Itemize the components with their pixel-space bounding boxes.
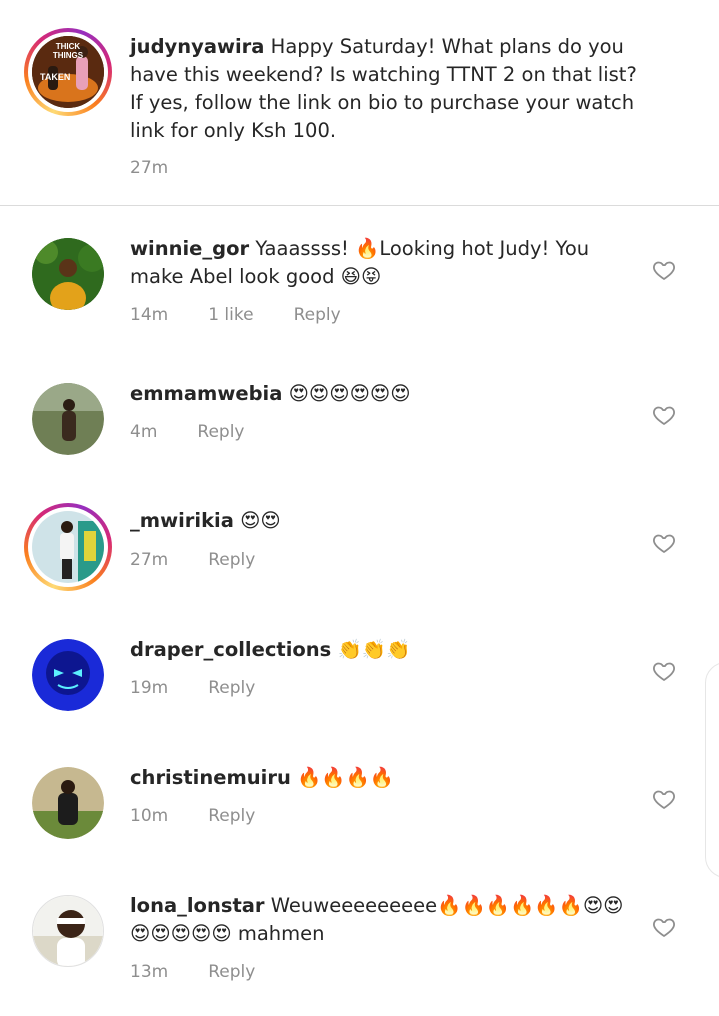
avatar-judynyawira[interactable]: THICK THINGS TAKEN [24, 28, 112, 116]
comment-time: 10m [130, 806, 169, 826]
heart-outline-icon[interactable] [652, 915, 676, 939]
comment-time: 13m [130, 962, 169, 982]
comment-body: 😍😍 [240, 509, 281, 532]
comment-text: _mwirikia 😍😍 [130, 507, 640, 535]
comment-username[interactable]: lona_lonstar [130, 894, 265, 917]
heart-outline-icon[interactable] [652, 659, 676, 683]
comment-time: 14m [130, 305, 169, 325]
reply-button[interactable]: Reply [208, 550, 255, 570]
divider [0, 205, 719, 206]
comment-likes[interactable]: 1 like [208, 305, 253, 325]
avatar-emmamwebia[interactable] [32, 383, 104, 455]
comment-text: lona_lonstar Weuweeeeeeeee🔥🔥🔥🔥🔥🔥😍😍😍😍😍😍😍 … [130, 892, 630, 948]
heart-outline-icon[interactable] [652, 531, 676, 555]
comment-body: 😍😍😍😍😍😍 [288, 382, 411, 405]
caption-time: 27m [130, 158, 169, 178]
comment-meta: 13m Reply [130, 962, 295, 982]
comment-text: draper_collections 👏👏👏 [130, 636, 640, 664]
caption-text: judynyawira Happy Saturday! What plans d… [130, 33, 640, 145]
reply-button[interactable]: Reply [197, 422, 244, 442]
comment-item: lona_lonstar Weuweeeeeeeee🔥🔥🔥🔥🔥🔥😍😍😍😍😍😍😍 … [0, 877, 719, 1016]
comment-item: emmamwebia 😍😍😍😍😍😍 4m Reply [0, 365, 719, 475]
comment-username[interactable]: draper_collections [130, 638, 331, 661]
post-caption: THICK THINGS TAKEN judynyawira Happy Sat… [0, 0, 719, 205]
reply-button[interactable]: Reply [208, 806, 255, 826]
comment-item: _mwirikia 😍😍 27m Reply [0, 500, 719, 610]
comment-meta: 10m Reply [130, 806, 295, 826]
avatar-draper_collections[interactable] [32, 639, 104, 711]
avatar-christinemuiru[interactable] [32, 767, 104, 839]
avatar-_mwirikia[interactable] [24, 503, 112, 591]
comment-text: emmamwebia 😍😍😍😍😍😍 [130, 380, 640, 408]
reply-button[interactable]: Reply [208, 678, 255, 698]
heart-outline-icon[interactable] [652, 787, 676, 811]
caption-meta: 27m [130, 158, 208, 178]
comment-item: draper_collections 👏👏👏 19m Reply [0, 621, 719, 731]
avatar-winnie_gor[interactable] [32, 238, 104, 310]
comment-body: 🔥🔥🔥🔥 [297, 766, 395, 789]
comment-meta: 4m Reply [130, 422, 284, 442]
comment-text: christinemuiru 🔥🔥🔥🔥 [130, 764, 640, 792]
comment-username[interactable]: christinemuiru [130, 766, 291, 789]
heart-outline-icon[interactable] [652, 258, 676, 282]
caption-username[interactable]: judynyawira [130, 35, 264, 58]
comment-time: 4m [130, 422, 158, 442]
heart-outline-icon[interactable] [652, 403, 676, 427]
comment-meta: 27m Reply [130, 550, 295, 570]
poster-subtitle: TAKEN [40, 72, 71, 82]
comment-username[interactable]: winnie_gor [130, 237, 249, 260]
reply-button[interactable]: Reply [208, 962, 255, 982]
comment-time: 27m [130, 550, 169, 570]
comment-meta: 14m 1 like Reply [130, 305, 381, 325]
comment-meta: 19m Reply [130, 678, 295, 698]
comment-body: 👏👏👏 [337, 638, 411, 661]
comment-username[interactable]: emmamwebia [130, 382, 282, 405]
comment-time: 19m [130, 678, 169, 698]
poster-title: THICK THINGS [52, 42, 84, 60]
comment-item: winnie_gor Yaaassss! 🔥Looking hot Judy! … [0, 220, 719, 340]
comment-username[interactable]: _mwirikia [130, 509, 234, 532]
comment-text: winnie_gor Yaaassss! 🔥Looking hot Judy! … [130, 235, 630, 291]
avatar-lona_lonstar[interactable] [32, 895, 104, 967]
reply-button[interactable]: Reply [294, 305, 341, 325]
side-panel-handle[interactable] [705, 662, 719, 878]
comment-item: christinemuiru 🔥🔥🔥🔥 10m Reply [0, 749, 719, 859]
